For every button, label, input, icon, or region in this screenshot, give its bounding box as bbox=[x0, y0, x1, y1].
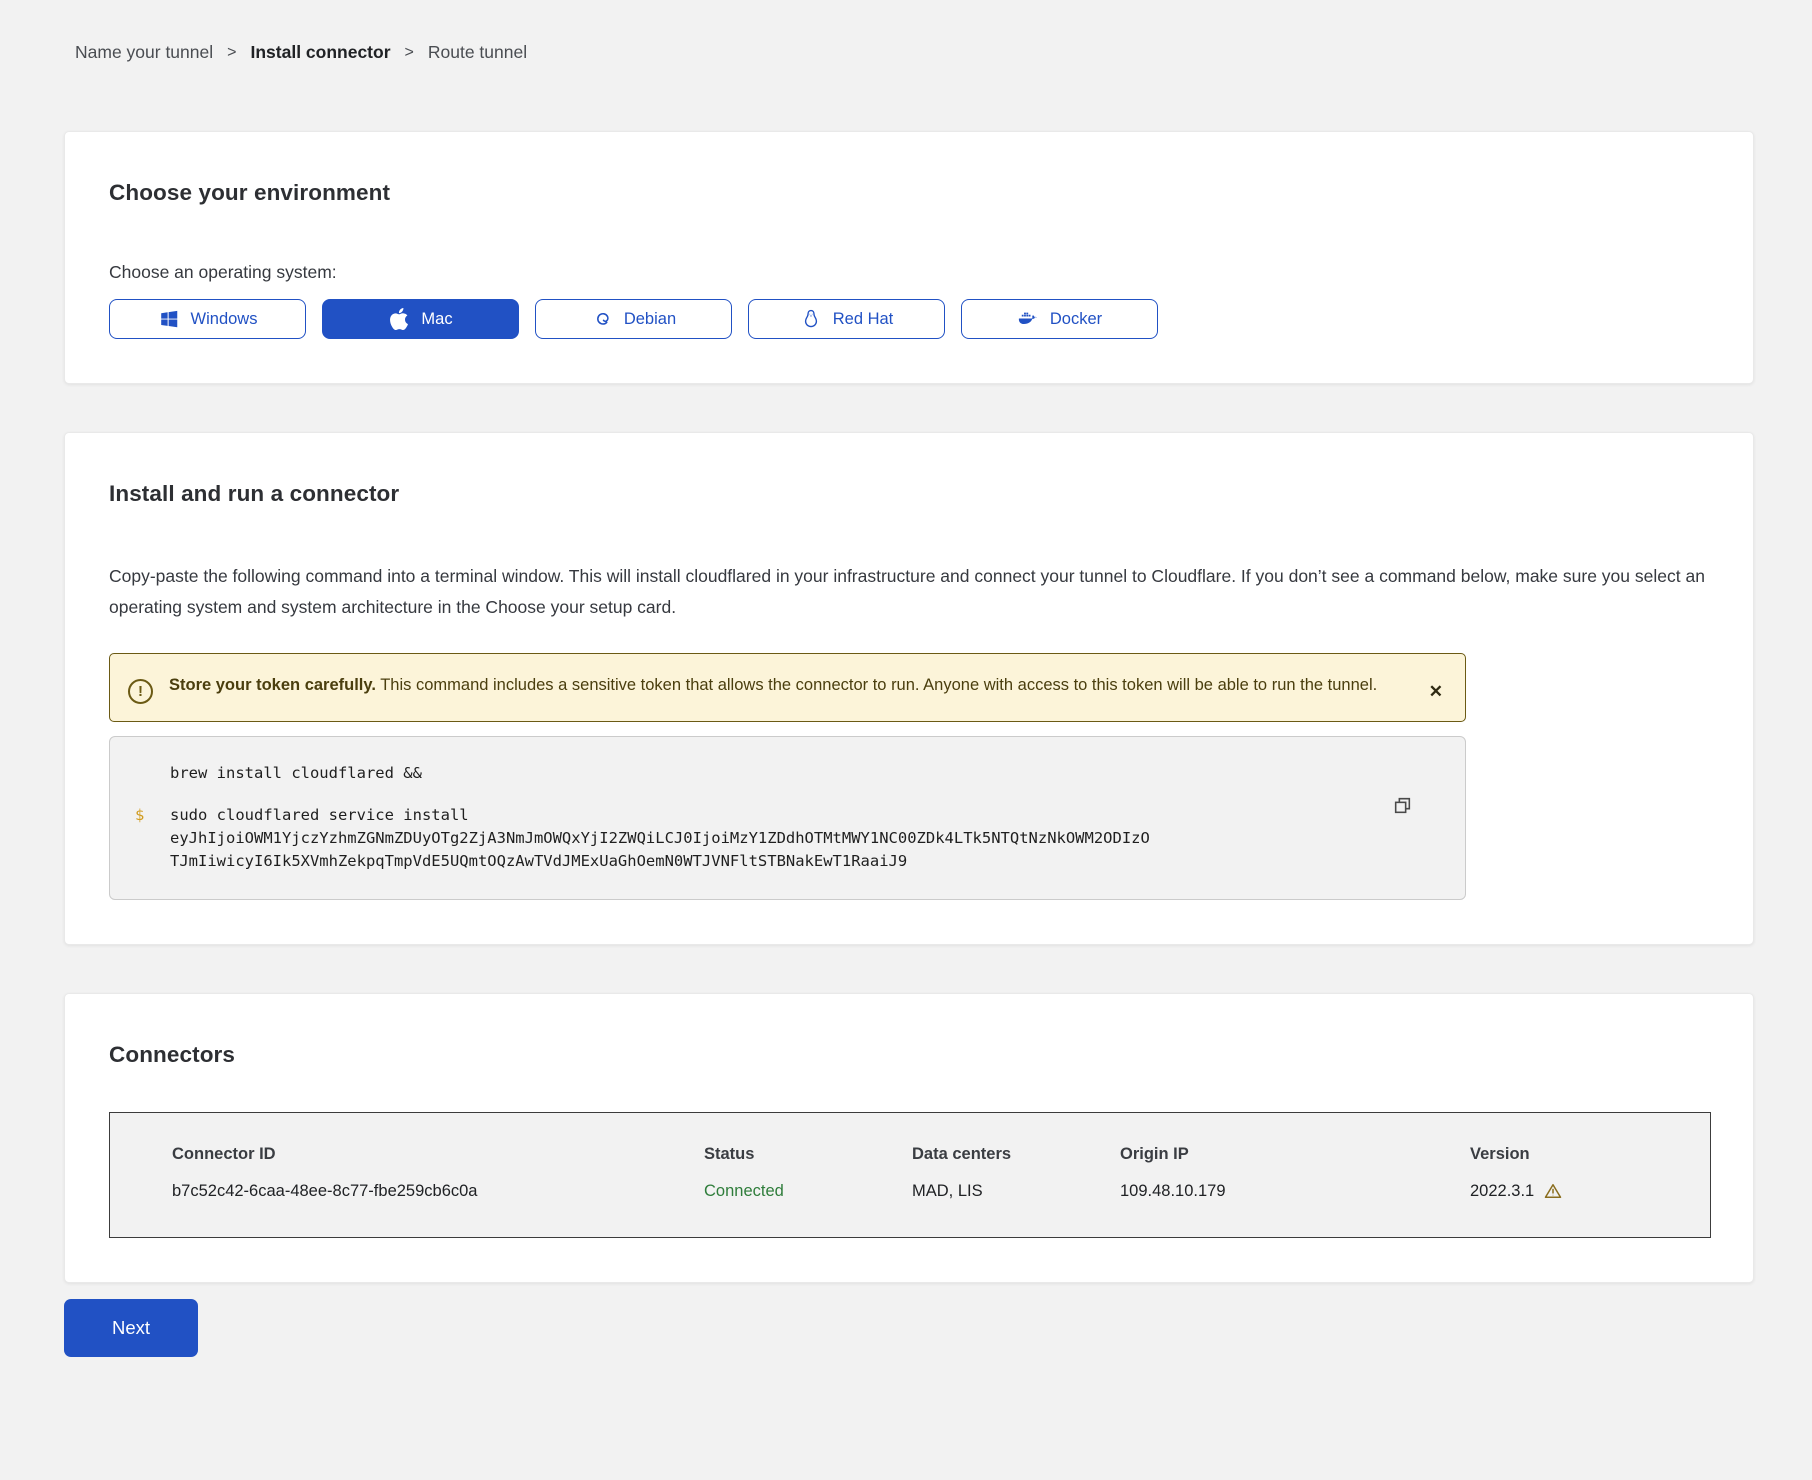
token-warning-bold: Store your token carefully. bbox=[169, 676, 376, 694]
table-header-row: Connector ID Status Data centers Origin … bbox=[172, 1145, 1710, 1164]
breadcrumb-separator: > bbox=[227, 44, 236, 62]
install-command: sudo cloudflared service install eyJhIjo… bbox=[170, 804, 1385, 873]
warning-triangle-icon bbox=[1543, 1181, 1563, 1201]
close-warning-button[interactable]: ✕ bbox=[1429, 683, 1443, 700]
tunnel-setup-page: Name your tunnel > Install connector > R… bbox=[0, 0, 1812, 1357]
os-button-label: Mac bbox=[421, 310, 452, 329]
column-header-status: Status bbox=[704, 1145, 912, 1164]
origin-ip-value: 109.48.10.179 bbox=[1120, 1182, 1470, 1201]
os-button-mac[interactable]: Mac bbox=[322, 299, 519, 339]
table-row: b7c52c42-6caa-48ee-8c77-fbe259cb6c0a Con… bbox=[172, 1181, 1710, 1201]
version-value: 2022.3.1 bbox=[1470, 1182, 1534, 1201]
connectors-table: Connector ID Status Data centers Origin … bbox=[109, 1112, 1711, 1238]
os-button-label: Debian bbox=[624, 310, 676, 329]
tux-penguin-icon bbox=[800, 308, 822, 330]
connector-id-value: b7c52c42-6caa-48ee-8c77-fbe259cb6c0a bbox=[172, 1182, 704, 1201]
os-button-label: Windows bbox=[191, 310, 258, 329]
breadcrumb-separator: > bbox=[405, 44, 414, 62]
breadcrumb-install-connector[interactable]: Install connector bbox=[250, 42, 390, 63]
alert-circle-icon: ! bbox=[128, 679, 153, 704]
code-blank-line bbox=[135, 785, 1385, 804]
breadcrumb: Name your tunnel > Install connector > R… bbox=[75, 42, 1754, 63]
code-line-sudo: $ sudo cloudflared service install eyJhI… bbox=[135, 804, 1385, 873]
connectors-title: Connectors bbox=[109, 1042, 1709, 1068]
version-cell: 2022.3.1 bbox=[1470, 1181, 1710, 1201]
token-text-line-2: TJmIiwicyI6Ik5XVmhZekpqTmpVdE5UQmtOQzAwT… bbox=[170, 850, 1385, 873]
install-connector-card: Install and run a connector Copy-paste t… bbox=[64, 432, 1754, 945]
choose-environment-card: Choose your environment Choose an operat… bbox=[64, 131, 1754, 384]
code-line-brew: brew install cloudflared && bbox=[170, 762, 1385, 785]
apple-icon bbox=[388, 308, 410, 330]
os-picker-label: Choose an operating system: bbox=[109, 262, 1709, 283]
os-button-redhat[interactable]: Red Hat bbox=[748, 299, 945, 339]
column-header-data-centers: Data centers bbox=[912, 1145, 1120, 1164]
os-picker: Windows Mac Debian bbox=[109, 299, 1709, 339]
os-button-label: Red Hat bbox=[833, 310, 894, 329]
copy-command-button[interactable] bbox=[1390, 793, 1415, 818]
command-text: sudo cloudflared service install bbox=[170, 804, 1385, 827]
os-button-label: Docker bbox=[1050, 310, 1102, 329]
choose-environment-title: Choose your environment bbox=[109, 180, 1709, 206]
install-connector-title: Install and run a connector bbox=[109, 481, 1709, 507]
column-header-origin-ip: Origin IP bbox=[1120, 1145, 1470, 1164]
debian-icon bbox=[591, 308, 613, 330]
windows-icon bbox=[158, 308, 180, 330]
token-text-line-1: eyJhIjoiOWM1YjczYzhmZGNmZDUyOTg2ZjA3NmJm… bbox=[170, 827, 1385, 850]
install-command-code-block: brew install cloudflared && $ sudo cloud… bbox=[109, 736, 1466, 900]
install-description: Copy-paste the following command into a … bbox=[109, 561, 1709, 623]
os-button-docker[interactable]: Docker bbox=[961, 299, 1158, 339]
token-warning-text: Store your token carefully. This command… bbox=[169, 671, 1413, 700]
shell-prompt: $ bbox=[135, 804, 170, 873]
status-badge: Connected bbox=[704, 1182, 912, 1201]
os-button-debian[interactable]: Debian bbox=[535, 299, 732, 339]
breadcrumb-route-tunnel[interactable]: Route tunnel bbox=[428, 42, 527, 63]
token-warning-detail: This command includes a sensitive token … bbox=[380, 676, 1377, 694]
token-warning-banner: ! Store your token carefully. This comma… bbox=[109, 653, 1466, 722]
column-header-connector-id: Connector ID bbox=[172, 1145, 704, 1164]
data-centers-value: MAD, LIS bbox=[912, 1182, 1120, 1201]
docker-whale-icon bbox=[1017, 308, 1039, 330]
next-button[interactable]: Next bbox=[64, 1299, 198, 1357]
os-button-windows[interactable]: Windows bbox=[109, 299, 306, 339]
column-header-version: Version bbox=[1470, 1145, 1710, 1164]
breadcrumb-name-your-tunnel[interactable]: Name your tunnel bbox=[75, 42, 213, 63]
copy-icon bbox=[1392, 795, 1413, 816]
connectors-card: Connectors Connector ID Status Data cent… bbox=[64, 993, 1754, 1283]
